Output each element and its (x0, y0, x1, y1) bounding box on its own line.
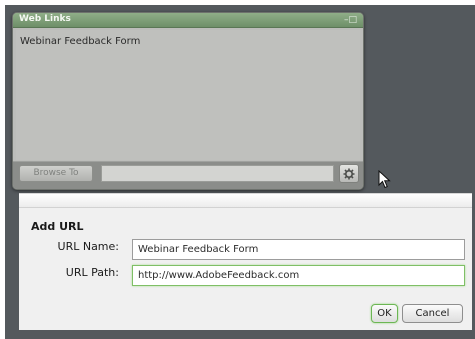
web-links-pod: Web Links –□ Webinar Feedback Form Brows… (12, 12, 364, 190)
browse-to-button[interactable]: Browse To (19, 165, 93, 182)
web-links-list: Webinar Feedback Form (16, 30, 360, 160)
ok-button[interactable]: OK (371, 304, 398, 323)
gear-icon (343, 168, 355, 180)
cancel-button[interactable]: Cancel (402, 304, 463, 323)
screen: Web Links –□ Webinar Feedback Form Brows… (0, 0, 475, 339)
url-path-label: URL Path: (65, 266, 119, 279)
add-url-dialog: Add URL URL Name: Webinar Feedback Form … (19, 193, 472, 330)
pod-titlebar[interactable]: Web Links –□ (13, 13, 363, 28)
url-name-label: URL Name: (57, 240, 119, 253)
mouse-pointer-icon (378, 170, 391, 189)
pod-options-button[interactable] (339, 164, 359, 183)
pod-footer: Browse To (13, 161, 363, 189)
pod-window-controls-icon[interactable]: –□ (344, 15, 357, 25)
dialog-title: Add URL (31, 220, 84, 233)
pod-title: Web Links (19, 14, 71, 24)
list-item[interactable]: Webinar Feedback Form (20, 36, 140, 47)
dialog-header-strip (19, 194, 472, 208)
url-name-field[interactable]: Webinar Feedback Form (132, 239, 465, 260)
url-path-field[interactable]: http://www.AdobeFeedback.com (132, 265, 465, 286)
browse-url-field[interactable] (101, 165, 334, 182)
